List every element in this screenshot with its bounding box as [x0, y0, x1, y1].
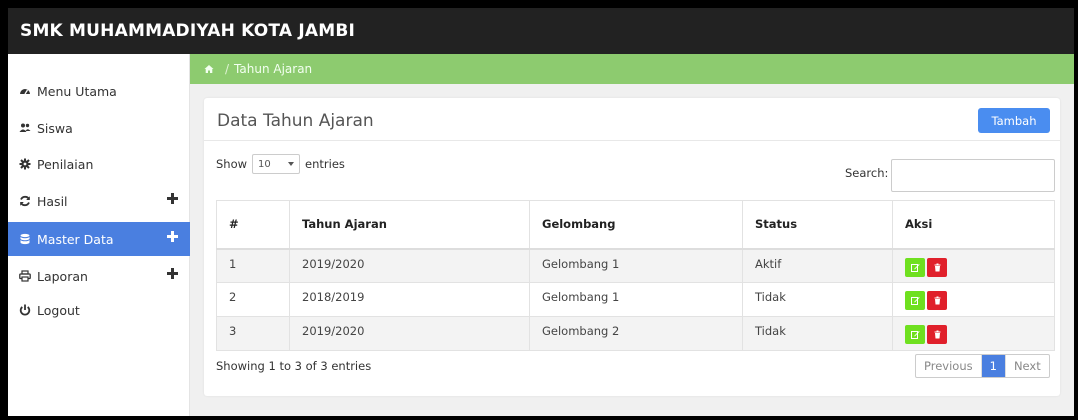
sidebar-item-master-data[interactable]: Master Data [8, 222, 190, 256]
cell-tahun-ajaran: 2019/2020 [289, 248, 530, 283]
page-title: Data Tahun Ajaran [217, 111, 374, 131]
content-panel: Data Tahun Ajaran Tambah Show 10 entries… [204, 98, 1060, 396]
column-header-tahun-ajaran[interactable]: Tahun Ajaran [289, 200, 530, 250]
cell-actions [892, 282, 1055, 317]
table-info: Showing 1 to 3 of 3 entries [216, 359, 372, 373]
sidebar: Menu Utama Siswa Penilaian Hasil Master … [8, 54, 190, 416]
show-label: Show [216, 157, 248, 171]
cell-number: 1 [216, 248, 290, 283]
column-header-aksi: Aksi [892, 200, 1055, 250]
table-row: 3 2019/2020 Gelombang 2 Tidak [216, 316, 1055, 351]
gear-icon [19, 158, 31, 170]
cell-actions [892, 248, 1055, 283]
table-header-row: # Tahun Ajaran Gelombang Status Aksi [216, 200, 1055, 250]
edit-icon [910, 263, 920, 272]
cell-gelombang: Gelombang 1 [529, 282, 743, 317]
search-input[interactable] [891, 159, 1055, 192]
trash-icon [934, 330, 940, 339]
expand-plus-icon[interactable] [167, 231, 178, 242]
sidebar-item-label: Hasil [37, 193, 68, 209]
search-label: Search: [845, 166, 889, 180]
print-icon [19, 270, 31, 282]
database-icon [19, 233, 31, 245]
entries-label: entries [305, 157, 345, 171]
sidebar-item-hasil[interactable]: Hasil [8, 184, 190, 218]
data-table: # Tahun Ajaran Gelombang Status Aksi 1 2… [216, 200, 1055, 351]
trash-icon [934, 263, 940, 271]
sidebar-item-label: Penilaian [37, 156, 94, 172]
cell-number: 2 [216, 282, 290, 317]
table-row: 2 2018/2019 Gelombang 1 Tidak [216, 282, 1055, 317]
cell-gelombang: Gelombang 1 [529, 248, 743, 283]
pagination: Previous 1 Next [915, 354, 1050, 378]
add-button[interactable]: Tambah [978, 108, 1050, 133]
breadcrumb: / Tahun Ajaran [190, 54, 1074, 84]
sidebar-item-label: Laporan [37, 268, 88, 284]
delete-button[interactable] [927, 257, 947, 277]
trash-icon [934, 296, 940, 305]
edit-button[interactable] [905, 325, 925, 344]
delete-button[interactable] [927, 325, 947, 344]
refresh-icon [19, 195, 31, 207]
app-window: SMK MUHAMMADIYAH KOTA JAMBI Menu Utama S… [8, 8, 1074, 416]
sidebar-item-label: Logout [37, 302, 80, 318]
sidebar-item-label: Siswa [37, 120, 73, 136]
column-header-gelombang[interactable]: Gelombang [529, 200, 743, 250]
edit-button[interactable] [905, 291, 925, 310]
power-icon [19, 304, 31, 316]
column-header-number[interactable]: # [216, 200, 290, 250]
sidebar-item-logout[interactable]: Logout [8, 293, 190, 327]
sidebar-item-label: Master Data [37, 231, 114, 247]
brand-title[interactable]: SMK MUHAMMADIYAH KOTA JAMBI [20, 21, 355, 41]
cell-number: 3 [216, 316, 290, 351]
edit-button[interactable] [905, 257, 925, 277]
dashboard-icon [19, 85, 31, 97]
delete-button[interactable] [927, 291, 947, 310]
expand-plus-icon[interactable] [167, 193, 178, 204]
page-length-control: Show 10 entries [216, 154, 345, 174]
cell-actions [892, 316, 1055, 351]
cell-status: Aktif [742, 248, 893, 283]
breadcrumb-separator: / [225, 62, 230, 76]
cell-tahun-ajaran: 2019/2020 [289, 316, 530, 351]
panel-divider [204, 140, 1060, 141]
column-header-status[interactable]: Status [742, 200, 893, 250]
home-icon[interactable] [204, 64, 214, 74]
expand-plus-icon[interactable] [167, 268, 178, 279]
table-row: 1 2019/2020 Gelombang 1 Aktif [216, 248, 1055, 283]
users-icon [19, 122, 31, 134]
sidebar-item-laporan[interactable]: Laporan [8, 259, 190, 293]
previous-page-button[interactable]: Previous [916, 355, 982, 377]
page-length-value: 10 [258, 158, 271, 170]
next-page-button[interactable]: Next [1006, 355, 1049, 377]
cell-status: Tidak [742, 316, 893, 351]
sidebar-item-label: Menu Utama [37, 83, 117, 99]
top-navbar: SMK MUHAMMADIYAH KOTA JAMBI [8, 8, 1074, 54]
page-1-button[interactable]: 1 [981, 355, 1006, 377]
sidebar-item-siswa[interactable]: Siswa [8, 111, 190, 145]
edit-icon [910, 331, 920, 339]
sidebar-item-penilaian[interactable]: Penilaian [8, 147, 190, 181]
sidebar-item-menu-utama[interactable]: Menu Utama [8, 74, 190, 108]
caret-down-icon [288, 162, 295, 166]
cell-gelombang: Gelombang 2 [529, 316, 743, 351]
breadcrumb-current: Tahun Ajaran [234, 62, 313, 76]
page-length-select[interactable]: 10 [252, 154, 301, 174]
cell-tahun-ajaran: 2018/2019 [289, 282, 530, 317]
cell-status: Tidak [742, 282, 893, 317]
edit-icon [910, 297, 920, 305]
